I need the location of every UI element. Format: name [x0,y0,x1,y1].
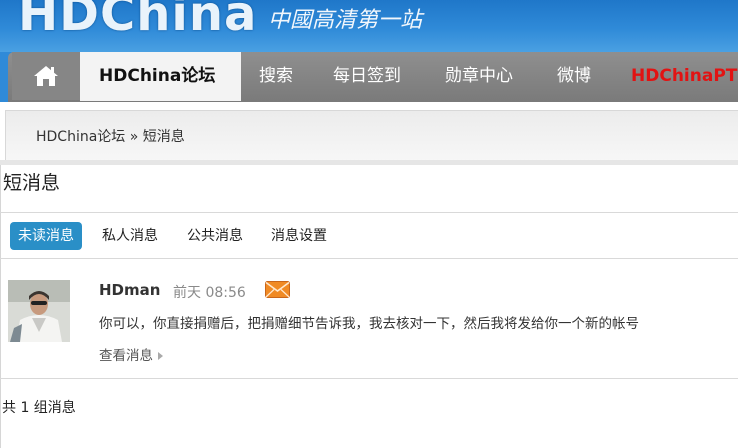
site-banner: HDChina 中國高清第一站 [0,0,738,52]
nav-home-button[interactable] [12,52,80,100]
avatar-image [8,280,70,342]
nav-item-hdchinapt[interactable]: HDChinaPT [631,52,737,100]
breadcrumb-separator: » [129,129,139,145]
avatar[interactable] [8,280,70,342]
view-message-link[interactable]: 查看消息 [99,344,163,364]
nav-wrapper: HDChina论坛 搜索 每日签到 勋章中心 微博 HDChinaPT [0,52,738,102]
breadcrumb-root-link[interactable]: HDChina论坛 [36,129,125,145]
message-count: 共 1 组消息 [2,400,76,416]
nav-item-weibo[interactable]: 微博 [557,52,591,100]
tabs-divider [0,258,738,259]
nav-item-search[interactable]: 搜索 [259,52,293,100]
section-divider [0,160,738,165]
tab-public[interactable]: 公共消息 [187,222,243,250]
breadcrumb-box: HDChina论坛 » 短消息 [5,110,738,162]
message-text: 你可以，你直接捐赠后，把捐赠细节告诉我，我去核对一下，然后我将发给你一个新的帐号 [99,316,639,332]
nav-item-medals[interactable]: 勋章中心 [445,52,513,100]
breadcrumb-current[interactable]: 短消息 [143,129,185,145]
message-time: 前天 08:56 [173,285,246,301]
nav-item-checkin[interactable]: 每日签到 [333,52,401,100]
breadcrumb-bar: HDChina论坛 » 短消息 [0,102,738,162]
message-sender[interactable]: HDman [99,281,160,299]
home-icon [34,66,58,86]
nav-item-forum[interactable]: HDChina论坛 [80,52,241,101]
title-divider [0,212,738,213]
page-title: 短消息 [3,172,61,194]
site-slogan: 中國高清第一站 [268,8,423,33]
breadcrumb: HDChina论坛 » 短消息 [36,126,185,146]
main-nav: HDChina论坛 搜索 每日签到 勋章中心 微博 HDChinaPT [8,52,738,102]
chevron-right-icon [158,352,163,360]
envelope-icon [265,281,290,298]
tab-private[interactable]: 私人消息 [102,222,158,250]
message-divider [0,378,738,379]
tab-unread[interactable]: 未读消息 [10,222,82,250]
content-left-border [0,165,1,448]
view-message-label[interactable]: 查看消息 [99,348,153,364]
tab-settings[interactable]: 消息设置 [271,222,327,250]
site-logo[interactable]: HDChina [18,0,257,42]
